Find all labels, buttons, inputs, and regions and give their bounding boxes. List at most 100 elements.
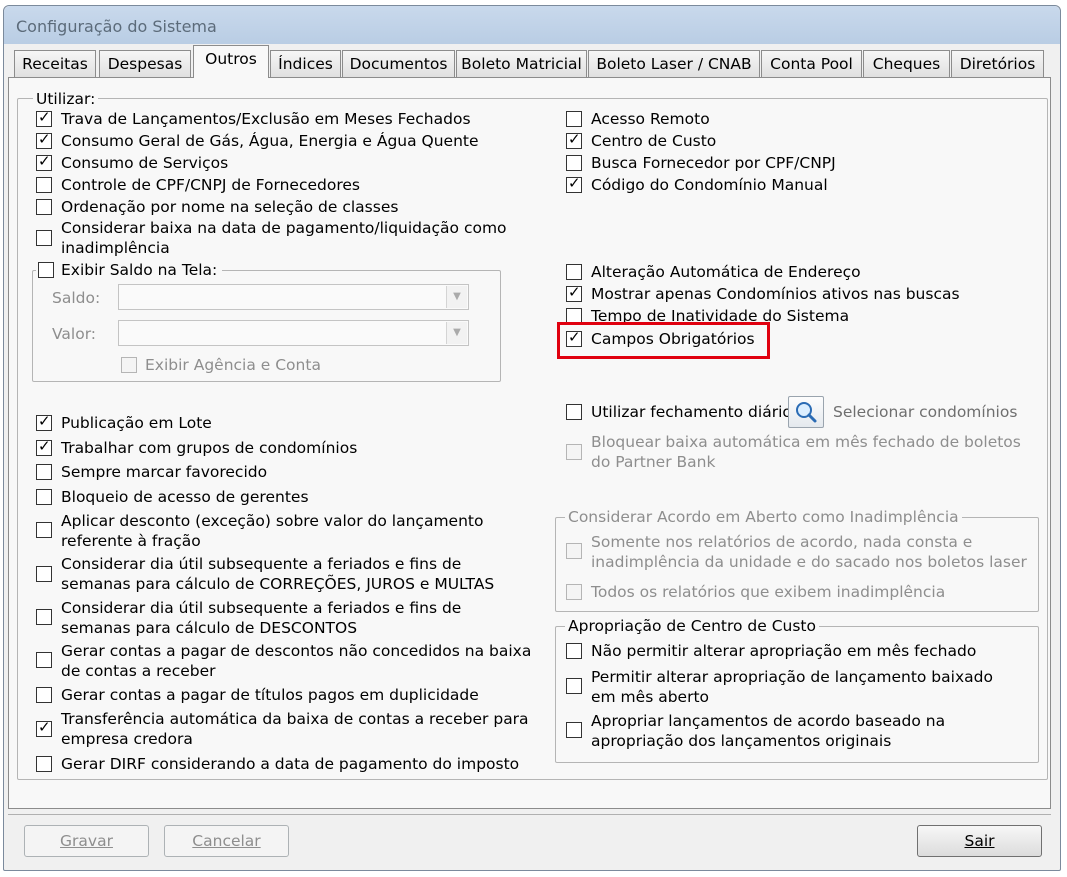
tab-cheques[interactable]: Cheques	[863, 50, 950, 77]
codigo-condominio-label: Código do Condomínio Manual	[591, 176, 828, 194]
titulos-duplicidade-label: Gerar contas a pagar de títulos pagos em…	[61, 686, 479, 704]
gerar-dirf-label: Gerar DIRF considerando a data de pagame…	[61, 755, 520, 773]
ordenacao-nome-checkbox[interactable]	[36, 199, 52, 215]
transferencia-automatica-label: Transferência automática da baixa de con…	[61, 710, 529, 728]
alteracao-endereco-checkbox[interactable]	[566, 264, 582, 280]
dia-util-descontos-checkbox[interactable]	[36, 609, 52, 625]
consumo-servicos-label: Consumo de Serviços	[61, 154, 229, 172]
dia-util-correcoes-label-line2: semanas para cálculo de CORREÇÕES, JUROS…	[61, 575, 495, 593]
check-icon: ✓	[38, 412, 51, 430]
check-icon: ✓	[38, 152, 51, 170]
consumo-geral-checkbox[interactable]: ✓	[36, 130, 52, 149]
gerar-dirf-checkbox[interactable]	[36, 756, 52, 772]
acordo-opt1-checkbox[interactable]	[566, 543, 582, 559]
trava-lancamentos-label: Trava de Lançamentos/Exclusão em Meses F…	[61, 110, 471, 128]
considerar-baixa-checkbox[interactable]	[36, 230, 52, 246]
dia-util-correcoes-label: Considerar dia útil subsequente a feriad…	[61, 555, 462, 573]
exibir-saldo-label: Exibir Saldo na Tela:	[61, 261, 218, 279]
campos-obrigatorios-label: Campos Obrigatórios	[591, 330, 755, 348]
permitir-alterar-checkbox[interactable]	[566, 678, 582, 694]
nao-permitir-alterar-checkbox[interactable]	[566, 643, 582, 659]
fechamento-diario-label: Utilizar fechamento diário	[591, 403, 792, 421]
acordo-group-title: Considerar Acordo em Aberto como Inadimp…	[565, 508, 962, 526]
publicacao-lote-checkbox[interactable]: ✓	[36, 412, 52, 431]
nao-permitir-alterar-label: Não permitir alterar apropriação em mês …	[591, 642, 977, 660]
centro-custo-checkbox[interactable]: ✓	[566, 130, 582, 149]
sair-button[interactable]: Sair	[917, 825, 1042, 857]
tab-boleto-matricial[interactable]: Boleto Matricial	[456, 50, 587, 77]
bloqueio-gerentes-checkbox[interactable]	[36, 489, 52, 505]
tab-diretorios[interactable]: Diretórios	[951, 50, 1044, 77]
check-icon: ✓	[568, 174, 581, 192]
gerar-contas-descontos-label: Gerar contas a pagar de descontos não co…	[61, 642, 532, 660]
consumo-geral-label: Consumo Geral de Gás, Água, Energia e Ág…	[61, 132, 479, 150]
apropriar-lancamentos-label: Apropriar lançamentos de acordo baseado …	[591, 712, 946, 730]
tab-receitas[interactable]: Receitas	[14, 50, 96, 77]
bottom-separator	[8, 814, 1051, 815]
busca-fornecedor-checkbox[interactable]	[566, 155, 582, 171]
dia-util-descontos-label: Considerar dia útil subsequente a feriad…	[61, 599, 462, 617]
considerar-baixa-label: Considerar baixa na data de pagamento/li…	[61, 219, 507, 237]
busca-fornecedor-label: Busca Fornecedor por CPF/CNPJ	[591, 154, 836, 172]
acordo-opt1-label: Somente nos relatórios de acordo, nada c…	[591, 533, 973, 551]
codigo-condominio-checkbox[interactable]: ✓	[566, 174, 582, 193]
saldo-combo[interactable]: ▼	[118, 284, 469, 310]
valor-combo[interactable]: ▼	[118, 320, 469, 346]
tab-documentos[interactable]: Documentos	[342, 50, 455, 77]
acesso-remoto-checkbox[interactable]	[566, 111, 582, 127]
check-icon: ✓	[568, 130, 581, 148]
tab-outros[interactable]: Outros	[193, 45, 269, 78]
transferencia-automatica-label-line2: empresa credora	[61, 730, 193, 748]
centro-custo-label: Centro de Custo	[591, 132, 717, 150]
tab-despesas[interactable]: Despesas	[99, 50, 191, 77]
mostrar-condominios-ativos-checkbox[interactable]: ✓	[566, 283, 582, 302]
trava-lancamentos-checkbox[interactable]: ✓	[36, 108, 52, 127]
campos-obrigatorios-checkbox[interactable]: ✓	[566, 329, 582, 347]
dia-util-descontos-label-line2: semanas para cálculo de DESCONTOS	[61, 619, 358, 637]
acordo-opt2-checkbox[interactable]	[566, 584, 582, 600]
ordenacao-nome-label: Ordenação por nome na seleção de classes	[61, 198, 399, 216]
transferencia-automatica-checkbox[interactable]: ✓	[36, 718, 52, 737]
dia-util-correcoes-checkbox[interactable]	[36, 566, 52, 582]
title-bar[interactable]: Configuração do Sistema	[4, 6, 1060, 44]
grupos-condominios-checkbox[interactable]: ✓	[36, 437, 52, 456]
bloquear-baixa-checkbox[interactable]	[566, 444, 582, 460]
exibir-saldo-checkbox[interactable]	[38, 262, 54, 278]
fechamento-diario-checkbox[interactable]	[566, 404, 582, 420]
aplicar-desconto-label-line2: referente à fração	[61, 532, 201, 550]
tab-conta-pool[interactable]: Conta Pool	[761, 50, 862, 77]
permitir-alterar-label: Permitir alterar apropriação de lançamen…	[591, 668, 993, 686]
cancelar-button[interactable]: Cancelar	[164, 825, 289, 857]
publicacao-lote-label: Publicação em Lote	[61, 414, 212, 432]
selecionar-condominios-button[interactable]	[788, 396, 824, 428]
utilizar-group-title: Utilizar:	[33, 90, 99, 108]
aplicar-desconto-checkbox[interactable]	[36, 522, 52, 538]
grupos-condominios-label: Trabalhar com grupos de condomínios	[61, 439, 358, 457]
sempre-marcar-favorecido-checkbox[interactable]	[36, 464, 52, 480]
check-icon: ✓	[568, 283, 581, 301]
check-icon: ✓	[38, 437, 51, 455]
valor-label: Valor:	[52, 325, 97, 343]
bloqueio-gerentes-label: Bloqueio de acesso de gerentes	[61, 488, 309, 506]
permitir-alterar-label-line2: em mês aberto	[591, 688, 710, 706]
considerar-baixa-label-line2: inadimplência	[61, 239, 170, 257]
bloquear-baixa-label: Bloquear baixa automática em mês fechado…	[591, 433, 1021, 451]
magnifier-icon	[796, 402, 817, 423]
check-icon: ✓	[38, 130, 51, 148]
titulos-duplicidade-checkbox[interactable]	[36, 687, 52, 703]
controle-cpf-checkbox[interactable]	[36, 177, 52, 193]
tab-indices[interactable]: Índices	[270, 50, 341, 77]
centro-custo-group-title: Apropriação de Centro de Custo	[565, 617, 819, 635]
consumo-servicos-checkbox[interactable]: ✓	[36, 152, 52, 171]
exibir-agencia-checkbox[interactable]	[121, 357, 137, 373]
gerar-contas-descontos-checkbox[interactable]	[36, 652, 52, 668]
exibir-agencia-label: Exibir Agência e Conta	[145, 356, 321, 374]
aplicar-desconto-label: Aplicar desconto (exceção) sobre valor d…	[61, 512, 484, 530]
apropriar-lancamentos-checkbox[interactable]	[566, 722, 582, 738]
chevron-down-icon: ▼	[446, 322, 467, 344]
tab-boleto-laser-cnab[interactable]: Boleto Laser / CNAB	[588, 50, 760, 77]
check-icon: ✓	[38, 108, 51, 126]
check-icon: ✓	[38, 718, 51, 736]
acordo-opt2-label: Todos os relatórios que exibem inadimplê…	[591, 583, 946, 601]
gravar-button[interactable]: Gravar	[24, 825, 149, 857]
